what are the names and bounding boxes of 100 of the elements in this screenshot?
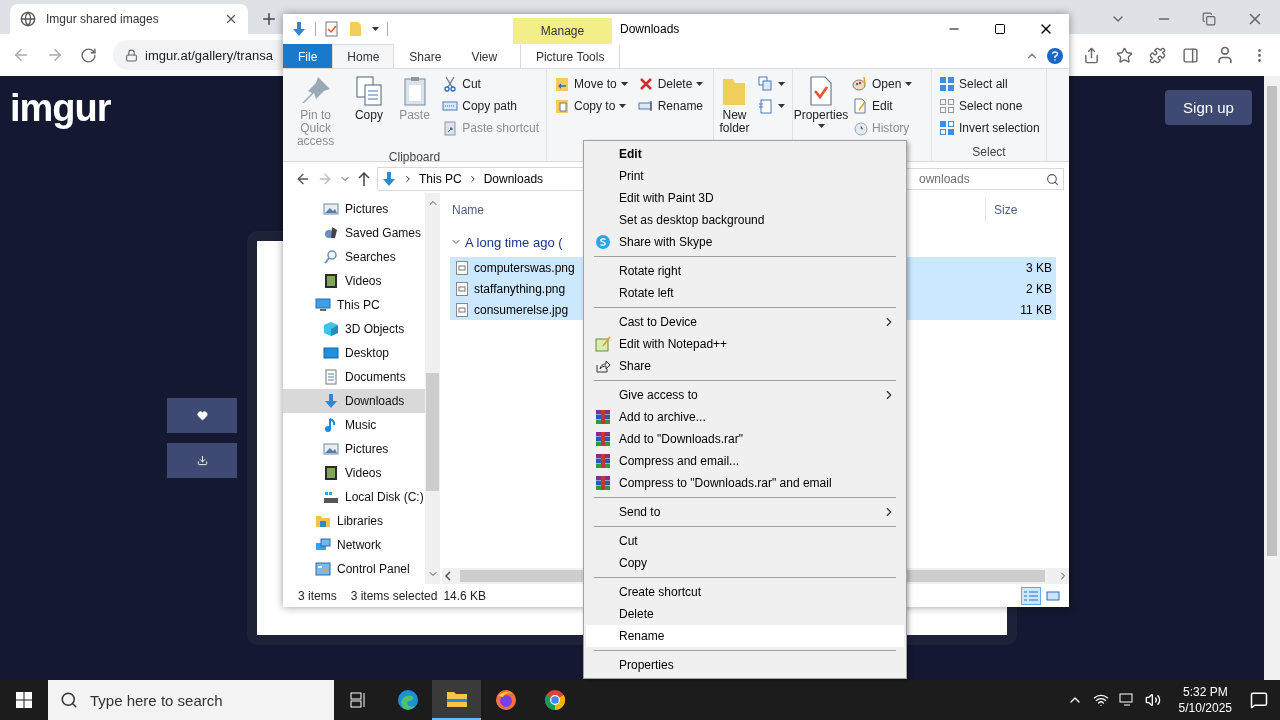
firefox-icon[interactable] (493, 688, 518, 712)
ribbon-button[interactable]: Move to (551, 73, 631, 95)
breadcrumb[interactable]: Downloads (483, 172, 544, 186)
bookmark-star-icon[interactable] (1116, 46, 1133, 64)
ribbon-button[interactable]: Rename (634, 95, 707, 117)
ribbon-tab[interactable]: View (456, 44, 513, 68)
tree-item[interactable]: Pictures (283, 437, 425, 461)
menu-item[interactable]: Print (586, 165, 904, 187)
tree-item[interactable]: Music (283, 413, 425, 437)
taskbar-search-field[interactable]: Type here to search (48, 680, 334, 720)
profile-icon[interactable] (1215, 45, 1235, 65)
group-header[interactable]: A long time ago ( (465, 234, 563, 250)
menu-item[interactable]: Edit with Notepad++ (586, 333, 904, 355)
ribbon-tab[interactable]: Share (394, 44, 457, 68)
menu-item[interactable]: Send to (586, 501, 904, 523)
caret-icon (372, 27, 379, 31)
edge-icon[interactable] (395, 688, 420, 712)
magnifier-icon (323, 249, 339, 265)
scrollbar[interactable] (1264, 76, 1280, 680)
menu-item[interactable]: Edit (586, 143, 904, 165)
monitor-icon[interactable] (1118, 692, 1135, 708)
close-icon[interactable] (224, 12, 238, 26)
browser-tab[interactable]: Imgur shared images (10, 4, 248, 34)
new-tab-icon[interactable] (260, 10, 278, 28)
ribbon-button[interactable]: Copy (348, 73, 390, 150)
menu-item[interactable]: Create shortcut (586, 581, 904, 603)
menu-item[interactable]: Add to "Downloads.rar" (586, 428, 904, 450)
menu-item[interactable]: Compress to "Downloads.rar" and email (586, 472, 904, 494)
menu-item[interactable]: Share (586, 355, 904, 377)
details-view-button[interactable] (1021, 586, 1041, 605)
extensions-icon[interactable] (1149, 46, 1166, 64)
path-icon (442, 98, 459, 114)
notification-icon[interactable] (1250, 691, 1268, 709)
tree-item[interactable]: Saved Games (283, 221, 425, 245)
tree-item[interactable]: Videos (283, 461, 425, 485)
chrome-icon[interactable] (542, 688, 567, 712)
tree-item[interactable]: Videos (283, 269, 425, 293)
scroll-left-icon[interactable] (442, 570, 454, 582)
search-field[interactable]: ownloads (904, 168, 1064, 190)
ribbon-button[interactable]: Delete (634, 73, 707, 95)
column-header[interactable]: Size (985, 198, 1069, 222)
menu-item[interactable]: Compress and email... (586, 450, 904, 472)
windows-icon (16, 692, 32, 708)
volume-icon[interactable] (1144, 692, 1161, 708)
menu-item[interactable]: Cast to Device (586, 311, 904, 333)
side-panel-icon[interactable] (1182, 46, 1199, 64)
help-icon (1051, 51, 1059, 61)
menu-item[interactable]: Delete (586, 603, 904, 625)
up-arrow-icon[interactable] (357, 171, 371, 187)
ribbon-tab[interactable]: File (283, 44, 333, 68)
breadcrumb[interactable]: This PC (419, 172, 462, 186)
tree-item[interactable]: Documents (283, 365, 425, 389)
clock[interactable]: 5:32 PM 5/10/2025 (1170, 684, 1240, 716)
back-icon[interactable] (295, 171, 311, 187)
tree-item[interactable]: Local Disk (C:) (283, 485, 425, 509)
search-input[interactable]: ownloads (917, 171, 1046, 187)
tree-item[interactable]: 3D Objects (283, 317, 425, 341)
tree-item[interactable]: This PC (283, 293, 425, 317)
menu-item[interactable]: Cut (586, 530, 904, 552)
ribbon-button[interactable]: Select none (936, 95, 1043, 117)
tree-item[interactable]: Control Panel (283, 557, 425, 581)
menu-item[interactable]: Add to archive... (586, 406, 904, 428)
favorite-button[interactable] (167, 398, 237, 433)
help-button[interactable] (1047, 48, 1063, 64)
address-bar[interactable]: imgur.at/gallery/transa (113, 40, 285, 70)
scrollbar[interactable] (425, 193, 440, 584)
forward-icon[interactable] (46, 46, 64, 64)
ribbon-button[interactable]: Copy to (551, 95, 631, 117)
download-arrow-icon[interactable] (291, 21, 307, 37)
reload-icon[interactable] (80, 46, 97, 64)
ribbon-button[interactable]: Select all (936, 73, 1043, 95)
ribbon-tab[interactable]: Home (332, 44, 395, 68)
ribbon-button[interactable]: Cut (439, 73, 542, 95)
menu-item[interactable]: Share with Skype (586, 231, 904, 253)
menu-item[interactable]: Set as desktop background (586, 209, 904, 231)
properties-icon[interactable] (324, 21, 340, 37)
ribbon-button[interactable]: Edit (849, 95, 916, 117)
menu-item[interactable]: Properties (586, 654, 904, 676)
tree-item[interactable]: Downloads (283, 389, 425, 413)
ribbon-button[interactable]: Open (849, 73, 916, 95)
signup-button[interactable]: Sign up (1165, 89, 1252, 125)
ribbon-button[interactable]: Copy path (439, 95, 542, 117)
tree-item[interactable]: Searches (283, 245, 425, 269)
menu-item[interactable]: Give access to (586, 384, 904, 406)
tree-item[interactable]: Desktop (283, 341, 425, 365)
ribbon-button[interactable]: Invert selection (936, 117, 1043, 139)
tree-item[interactable]: Network (283, 533, 425, 557)
menu-item[interactable]: Edit with Paint 3D (586, 187, 904, 209)
menu-item[interactable]: Copy (586, 552, 904, 574)
chevron-icon (403, 174, 413, 184)
tree-item[interactable]: Libraries (283, 509, 425, 533)
menu-item[interactable]: Rename (586, 625, 904, 647)
status-text: 14.6 KB (443, 588, 487, 603)
network-icon[interactable] (1092, 692, 1109, 708)
share-icon[interactable] (1083, 46, 1100, 64)
caret-icon (778, 104, 785, 108)
restore-icon[interactable] (1202, 12, 1216, 26)
menu-item[interactable]: Rotate left (586, 282, 904, 304)
menu-item[interactable]: Rotate right (586, 260, 904, 282)
tree-item[interactable]: Pictures (283, 197, 425, 221)
